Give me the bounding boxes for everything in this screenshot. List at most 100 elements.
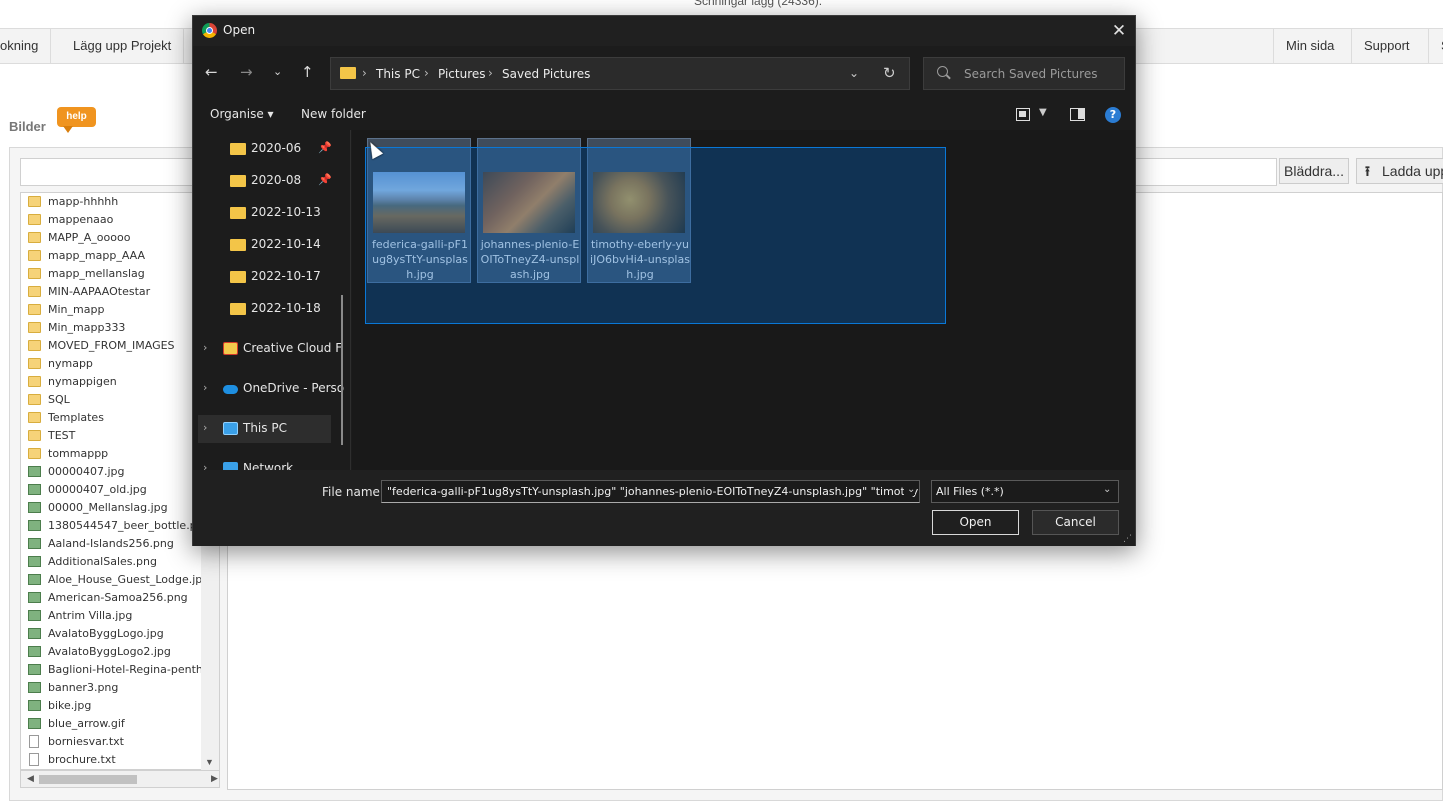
scroll-left-arrow-icon[interactable]: ◀	[27, 773, 34, 784]
nav-folder-2022-10-14[interactable]: 2022-10-14	[193, 231, 343, 259]
file-row[interactable]: 1380544547_beer_bottle.p	[21, 517, 219, 535]
view-dropdown-icon[interactable]: ▼	[1039, 107, 1047, 118]
folder-filter-input[interactable]	[20, 158, 220, 186]
file-row[interactable]: AvalatoByggLogo.jpg	[21, 625, 219, 643]
folder-row[interactable]: SQL	[21, 391, 219, 409]
upload-label: Ladda upp	[1382, 163, 1443, 179]
nav-folder-2020-08[interactable]: 2020-08 📌	[193, 167, 343, 195]
file-row[interactable]: 00000_Mellanslag.jpg	[21, 499, 219, 517]
nav-item-min-sida[interactable]: Min sida	[1273, 29, 1346, 63]
scrollbar-thumb[interactable]	[39, 775, 137, 784]
folder-row[interactable]: nymappigen	[21, 373, 219, 391]
file-row[interactable]: AdditionalSales.png	[21, 553, 219, 571]
scroll-down-arrow-icon[interactable]: ▼	[205, 757, 214, 767]
help-icon[interactable]: ?	[1105, 107, 1121, 123]
breadcrumb-this-pc[interactable]: This PC	[376, 67, 420, 81]
new-folder-button[interactable]: New folder	[301, 107, 366, 121]
folder-row[interactable]: mapp_mapp_AAA	[21, 247, 219, 265]
file-row[interactable]: 00000407_old.jpg	[21, 481, 219, 499]
folder-row[interactable]: Templates	[21, 409, 219, 427]
folder-row[interactable]: nymapp	[21, 355, 219, 373]
pin-icon[interactable]: 📌	[318, 173, 332, 186]
address-bar[interactable]: › This PC › Pictures › Saved Pictures ⌄ …	[330, 57, 910, 90]
folder-row[interactable]: mapp-hhhhh	[21, 193, 219, 211]
recent-locations-chevron-icon[interactable]: ⌄	[273, 65, 282, 78]
view-options-icon[interactable]	[1016, 108, 1030, 121]
chevron-down-icon[interactable]: ⌄	[904, 484, 916, 495]
folder-icon	[230, 239, 246, 251]
file-tree[interactable]: mapp-hhhhh mappenaao MAPP_A_ooooo mapp_mapp…	[20, 192, 220, 770]
address-dropdown-icon[interactable]: ⌄	[849, 66, 859, 80]
nav-folder-2020-06[interactable]: 2020-06 📌	[193, 135, 343, 163]
browse-button[interactable]: Bläddra...	[1279, 158, 1349, 184]
up-arrow-icon[interactable]: ↑	[301, 63, 314, 81]
expand-chevron-icon[interactable]: ›	[203, 341, 207, 354]
folder-row[interactable]: MOVED_FROM_IMAGES	[21, 337, 219, 355]
nav-this-pc[interactable]: › This PC	[198, 415, 331, 443]
expand-chevron-icon[interactable]: ›	[203, 421, 207, 434]
folder-icon	[340, 67, 356, 79]
file-row[interactable]: AvalatoByggLogo2.jpg	[21, 643, 219, 661]
cancel-button[interactable]: Cancel	[1032, 510, 1119, 535]
preview-pane-icon[interactable]	[1070, 108, 1085, 121]
file-row[interactable]: Antrim Villa.jpg	[21, 607, 219, 625]
nav-creative-cloud[interactable]: › Creative Cloud F	[193, 335, 343, 363]
breadcrumb-pictures[interactable]: Pictures	[438, 67, 486, 81]
expand-chevron-icon[interactable]: ›	[203, 461, 207, 470]
back-arrow-icon[interactable]: ←	[205, 63, 218, 81]
folder-row[interactable]: TEST	[21, 427, 219, 445]
file-name-label: File name:	[322, 485, 384, 499]
folder-row[interactable]: mapp_mellanslag	[21, 265, 219, 283]
navigation-pane-scrollbar[interactable]	[341, 295, 343, 445]
file-view[interactable]: federica-galli-pF1ug8ysTtY-unsplash.jpg …	[352, 130, 1135, 470]
resize-grip-icon[interactable]: ⋰	[1123, 534, 1132, 544]
folder-row[interactable]: mappenaao	[21, 211, 219, 229]
file-tree-horizontal-scrollbar[interactable]: ◀ ▶	[20, 770, 220, 788]
file-row[interactable]: brochure.txt	[21, 751, 219, 769]
dialog-titlebar[interactable]: Open ✕	[193, 16, 1135, 46]
search-box[interactable]: Search Saved Pictures	[923, 57, 1125, 90]
expand-chevron-icon[interactable]: ›	[203, 381, 207, 394]
file-row[interactable]: American-Samoa256.png	[21, 589, 219, 607]
forward-arrow-icon[interactable]: →	[240, 63, 253, 81]
help-badge[interactable]: help	[57, 107, 96, 133]
file-row[interactable]: banner3.png	[21, 679, 219, 697]
scroll-right-arrow-icon[interactable]: ▶	[211, 773, 218, 784]
close-icon[interactable]: ✕	[1107, 19, 1131, 43]
file-row[interactable]: Aloe_House_Guest_Lodge.jpg	[21, 571, 219, 589]
navigation-pane[interactable]: 2020-06 📌 2020-08 📌 2022-10-13 2022-10-1…	[193, 130, 351, 470]
folder-row[interactable]: Min_mapp	[21, 301, 219, 319]
nav-item-lagg-upp-projekt[interactable]: Lägg upp Projekt	[61, 29, 185, 63]
file-name-input[interactable]: "federica-galli-pF1ug8ysTtY-unsplash.jpg…	[381, 480, 920, 503]
file-row[interactable]: Aaland-Islands256.png	[21, 535, 219, 553]
nav-folder-2022-10-17[interactable]: 2022-10-17	[193, 263, 343, 291]
open-button[interactable]: Open	[932, 510, 1019, 535]
nav-item-more[interactable]: S	[1428, 29, 1443, 63]
folder-icon	[28, 250, 41, 261]
upload-button[interactable]: ⭱ Ladda upp	[1356, 158, 1443, 184]
organise-button[interactable]: Organise ▾	[210, 107, 274, 121]
chevron-down-icon[interactable]: ⌄	[1103, 484, 1111, 495]
folder-row[interactable]: MIN-AAPAAOtestar	[21, 283, 219, 301]
folder-row[interactable]: Min_mapp333	[21, 319, 219, 337]
file-row-label: brochure.txt	[48, 753, 116, 766]
nav-folder-2022-10-13[interactable]: 2022-10-13	[193, 199, 343, 227]
image-icon	[28, 556, 41, 567]
nav-item-bokning[interactable]: okning	[0, 29, 52, 63]
nav-network[interactable]: › Network	[193, 455, 343, 470]
nav-folder-2022-10-18[interactable]: 2022-10-18	[193, 295, 343, 323]
nav-item-support[interactable]: Support	[1351, 29, 1422, 63]
file-row[interactable]: bike.jpg	[21, 697, 219, 715]
file-type-select[interactable]: All Files (*.*) ⌄	[931, 480, 1119, 503]
file-row[interactable]: borniesvar.txt	[21, 733, 219, 751]
refresh-icon[interactable]: ↻	[883, 64, 896, 82]
folder-row[interactable]: MAPP_A_ooooo	[21, 229, 219, 247]
file-row[interactable]: Baglioni-Hotel-Regina-penth	[21, 661, 219, 679]
folder-row[interactable]: tommappp	[21, 445, 219, 463]
file-row[interactable]: blue_arrow.gif	[21, 715, 219, 733]
file-row[interactable]: 00000407.jpg	[21, 463, 219, 481]
pin-icon[interactable]: 📌	[318, 141, 332, 154]
breadcrumb-saved-pictures[interactable]: Saved Pictures	[502, 67, 590, 81]
breadcrumb-separator-icon: ›	[362, 66, 367, 80]
nav-onedrive[interactable]: › OneDrive - Perso	[193, 375, 344, 403]
